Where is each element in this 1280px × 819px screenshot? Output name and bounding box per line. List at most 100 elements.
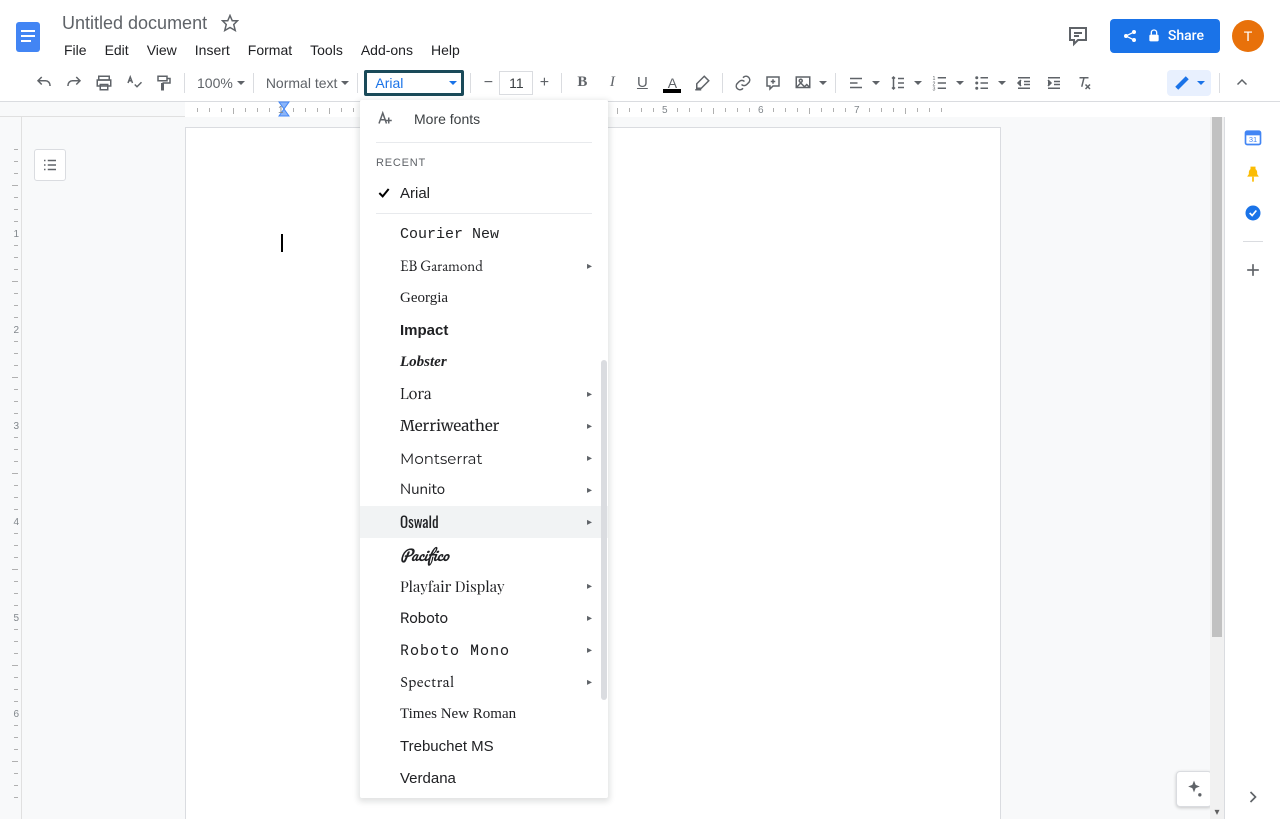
insert-image-button[interactable]	[789, 69, 829, 97]
keep-icon[interactable]	[1243, 165, 1263, 185]
underline-button[interactable]: U	[628, 69, 656, 97]
more-fonts-label: More fonts	[414, 111, 480, 127]
svg-text:3: 3	[933, 86, 936, 92]
recent-label: RECENT	[360, 147, 608, 177]
font-menu: More fonts RECENT Arial Courier NewEB Ga…	[360, 100, 608, 798]
submenu-arrow-icon: ▸	[587, 485, 592, 496]
docs-home-icon[interactable]	[8, 16, 48, 56]
zoom-dropdown[interactable]: 100%	[191, 69, 247, 97]
menu-bar: FileEditViewInsertFormatToolsAdd-onsHelp	[56, 38, 1058, 62]
font-item-playfair-display[interactable]: Playfair Display▸	[360, 570, 608, 602]
font-item-eb-garamond[interactable]: EB Garamond▸	[360, 250, 608, 282]
star-icon[interactable]	[221, 14, 239, 32]
print-button[interactable]	[90, 69, 118, 97]
share-label: Share	[1168, 28, 1204, 44]
submenu-arrow-icon: ▸	[587, 677, 592, 688]
font-size-decrease[interactable]: −	[477, 71, 499, 95]
font-menu-scrollbar[interactable]	[600, 360, 608, 792]
highlight-color-button[interactable]	[688, 69, 716, 97]
menu-edit[interactable]: Edit	[97, 38, 137, 62]
font-size-control: − +	[477, 71, 555, 95]
outline-toggle-button[interactable]	[34, 149, 66, 181]
header: Untitled document FileEditViewInsertForm…	[0, 0, 1280, 64]
italic-button[interactable]: I	[598, 69, 626, 97]
font-size-increase[interactable]: +	[533, 71, 555, 95]
font-item-georgia[interactable]: Georgia	[360, 282, 608, 314]
menu-add-ons[interactable]: Add-ons	[353, 38, 421, 62]
submenu-arrow-icon: ▸	[587, 261, 592, 272]
font-item-nunito[interactable]: Nunito▸	[360, 474, 608, 506]
main-area: 123456 ▾ 31	[0, 117, 1280, 819]
font-family-dropdown[interactable]: Arial	[364, 70, 464, 96]
hide-sidepanel-icon[interactable]	[1243, 787, 1263, 807]
submenu-arrow-icon: ▸	[587, 581, 592, 592]
decrease-indent-button[interactable]	[1010, 69, 1038, 97]
insert-comment-button[interactable]	[759, 69, 787, 97]
font-item-impact[interactable]: Impact	[360, 314, 608, 346]
redo-button[interactable]	[60, 69, 88, 97]
toolbar: 100% Normal text Arial − + B I U A 123	[0, 64, 1280, 102]
font-item-oswald[interactable]: Oswald▸	[360, 506, 608, 538]
submenu-arrow-icon: ▸	[587, 421, 592, 432]
submenu-arrow-icon: ▸	[587, 517, 592, 528]
svg-text:31: 31	[1248, 135, 1256, 144]
vertical-ruler[interactable]: 123456	[0, 117, 22, 819]
font-item-trebuchet-ms[interactable]: Trebuchet MS	[360, 730, 608, 762]
doc-title[interactable]: Untitled document	[56, 11, 213, 36]
menu-file[interactable]: File	[56, 38, 95, 62]
add-font-icon	[376, 110, 394, 128]
menu-help[interactable]: Help	[423, 38, 468, 62]
font-item-merriweather[interactable]: Merriweather▸	[360, 410, 608, 442]
line-spacing-button[interactable]	[884, 69, 924, 97]
editing-mode-button[interactable]	[1167, 70, 1211, 96]
font-item-spectral[interactable]: Spectral▸	[360, 666, 608, 698]
font-item-times-new-roman[interactable]: Times New Roman	[360, 698, 608, 730]
checkmark-icon	[376, 185, 400, 201]
menu-format[interactable]: Format	[240, 38, 300, 62]
font-item-courier-new[interactable]: Courier New	[360, 218, 608, 250]
font-item-pacifico[interactable]: Pacifico	[360, 538, 608, 570]
bulleted-list-button[interactable]	[968, 69, 1008, 97]
add-addon-icon[interactable]	[1243, 260, 1263, 280]
paint-format-button[interactable]	[150, 69, 178, 97]
font-size-input[interactable]	[499, 71, 533, 95]
hide-menus-button[interactable]	[1228, 69, 1256, 97]
font-item-lora[interactable]: Lora▸	[360, 378, 608, 410]
font-item-lobster[interactable]: Lobster	[360, 346, 608, 378]
title-area: Untitled document FileEditViewInsertForm…	[48, 11, 1058, 62]
font-item-arial[interactable]: Arial	[360, 177, 608, 209]
explore-button[interactable]	[1176, 771, 1212, 807]
share-button[interactable]: Share	[1110, 19, 1220, 53]
font-item-roboto-mono[interactable]: Roboto Mono▸	[360, 634, 608, 666]
spellcheck-button[interactable]	[120, 69, 148, 97]
bold-button[interactable]: B	[568, 69, 596, 97]
submenu-arrow-icon: ▸	[587, 645, 592, 656]
text-color-button[interactable]: A	[658, 69, 686, 97]
increase-indent-button[interactable]	[1040, 69, 1068, 97]
submenu-arrow-icon: ▸	[587, 389, 592, 400]
calendar-icon[interactable]: 31	[1243, 127, 1263, 147]
font-item-verdana[interactable]: Verdana	[360, 762, 608, 794]
font-item-montserrat[interactable]: Montserrat▸	[360, 442, 608, 474]
numbered-list-button[interactable]: 123	[926, 69, 966, 97]
paragraph-style-dropdown[interactable]: Normal text	[260, 69, 352, 97]
horizontal-ruler[interactable]: 1234567	[0, 102, 1280, 117]
more-fonts-item[interactable]: More fonts	[360, 100, 608, 138]
undo-button[interactable]	[30, 69, 58, 97]
scrollbar-thumb[interactable]	[1212, 117, 1222, 637]
account-avatar[interactable]: T	[1232, 20, 1264, 52]
menu-tools[interactable]: Tools	[302, 38, 351, 62]
insert-link-button[interactable]	[729, 69, 757, 97]
menu-view[interactable]: View	[139, 38, 185, 62]
tasks-icon[interactable]	[1243, 203, 1263, 223]
align-button[interactable]	[842, 69, 882, 97]
document-canvas[interactable]: ▾	[22, 117, 1224, 819]
text-cursor	[281, 234, 283, 252]
submenu-arrow-icon: ▸	[587, 613, 592, 624]
menu-insert[interactable]: Insert	[187, 38, 238, 62]
vertical-scrollbar[interactable]: ▾	[1210, 117, 1224, 819]
clear-formatting-button[interactable]	[1070, 69, 1098, 97]
comment-history-icon[interactable]	[1058, 16, 1098, 56]
font-item-roboto[interactable]: Roboto▸	[360, 602, 608, 634]
side-panel: 31	[1224, 117, 1280, 819]
